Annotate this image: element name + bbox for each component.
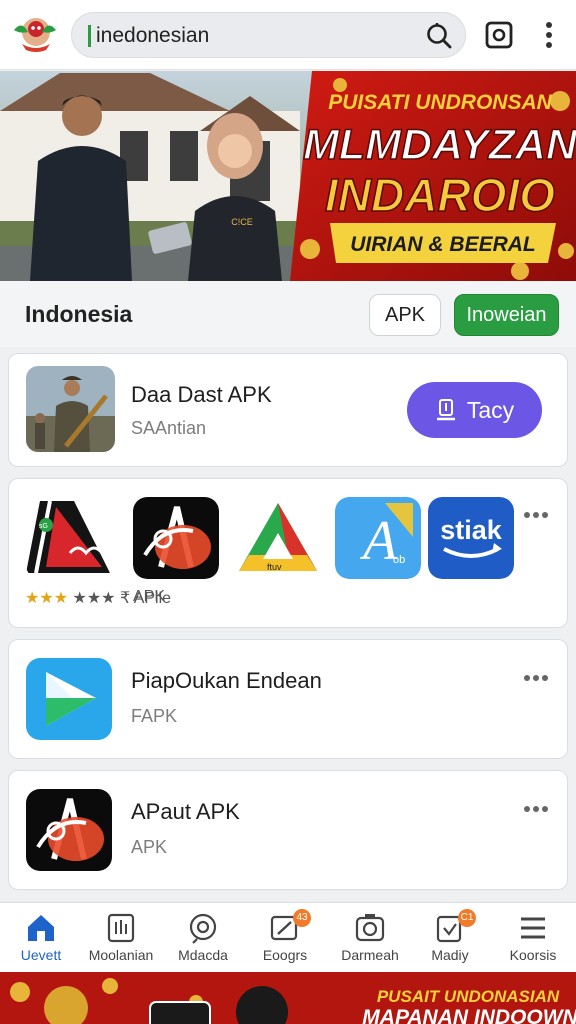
menu-icon [521, 917, 545, 939]
more-icon[interactable] [523, 674, 549, 682]
app-icon-blue-a-mark: ob [393, 554, 405, 566]
section-title: Indonesia [25, 301, 133, 327]
banner-line1: PUISATI UNDRONSAN [328, 91, 552, 114]
app-subtitle: FAPK [131, 706, 178, 726]
app-list-item[interactable]: PiapOukan Endean FAPK [8, 639, 568, 759]
app-title: APaut APK [131, 799, 240, 824]
camera-scan-icon[interactable] [482, 16, 516, 52]
bottom-ad-banner[interactable]: PUSAIT UNDONASIAN MAPANAN INDOOWN [0, 972, 576, 1024]
banner-image: PUISATI UNDRONSAN MLMDAYZAN INDAROIO UIR… [0, 71, 576, 281]
app-grid-label-2: APK [133, 588, 166, 605]
app-subtitle: APK [131, 837, 168, 857]
camera-icon [355, 914, 385, 942]
bottom-navigation: Uevett Moolanian Mdacda 43 Eoogrs Darmea… [0, 902, 576, 972]
app-grid-card: sG ★★★ ★★★ ₹ APlle APK ftuv A ob stiak [8, 478, 568, 628]
more-options-icon[interactable] [534, 16, 564, 52]
nav-tab-home-label: Uevett [20, 947, 62, 963]
app-list-item[interactable]: APaut APK APK [8, 770, 568, 890]
nav-tab-grid[interactable]: Moolanian [80, 903, 162, 973]
featured-app-title: Daa Dast APK [131, 382, 272, 407]
featured-action-button[interactable]: Tacy [407, 382, 542, 438]
filter-chip-language[interactable]: Inoweian [454, 294, 559, 336]
app-icon-black-a[interactable] [133, 497, 219, 579]
more-icon[interactable] [523, 511, 549, 519]
nav-tab-download-label: Madiy [431, 947, 469, 963]
featured-app-thumbnail [26, 366, 115, 452]
install-icon [436, 399, 455, 421]
app-icon-red-triangle-glyph: sG [39, 523, 48, 530]
nav-tab-grid-label: Moolanian [88, 947, 154, 963]
section-header: Indonesia APK Inoweian [0, 281, 576, 347]
nav-tab-menu[interactable]: Koorsis [492, 903, 574, 973]
app-icon-blue-a[interactable]: A ob [335, 497, 421, 579]
app-icon-red-triangle[interactable]: sG [26, 497, 112, 579]
nav-tab-edit-label: Eoogrs [262, 947, 308, 963]
featured-app-card[interactable]: Daa Dast APK SAAntian Tacy [8, 353, 568, 467]
nav-badge: 43 [293, 909, 311, 927]
app-icon-black-a [26, 789, 112, 871]
search-input[interactable]: inedonesian [96, 24, 209, 48]
app-icon-play-arrow [26, 658, 112, 740]
banner-line3: INDAROIO [325, 169, 555, 221]
banner-ribbon: UIRIAN & BEERAL [350, 233, 536, 256]
search-icon[interactable] [425, 22, 453, 50]
nav-tab-home[interactable]: Uevett [0, 903, 82, 973]
nav-tab-edit[interactable]: 43 Eoogrs [244, 903, 326, 973]
ad-line1: PUSAIT UNDONASIAN [377, 987, 560, 1006]
compass-icon [189, 913, 217, 944]
app-icon-stiak[interactable]: stiak [428, 497, 514, 579]
text-cursor [88, 25, 91, 47]
search-bar[interactable]: inedonesian [71, 12, 466, 58]
promo-banner[interactable]: PUISATI UNDRONSAN MLMDAYZAN INDAROIO UIR… [0, 71, 576, 281]
nav-tab-compass-label: Mdacda [178, 947, 228, 963]
featured-action-label: Tacy [466, 396, 515, 423]
home-icon [28, 915, 54, 941]
app-icon-stiak-glyph: stiak [440, 515, 503, 545]
more-icon[interactable] [523, 805, 549, 813]
nav-tab-download[interactable]: C1 Madiy [409, 903, 491, 973]
nav-tab-menu-label: Koorsis [509, 947, 557, 963]
ad-image: PUSAIT UNDONASIAN MAPANAN INDOOWN [0, 972, 576, 1024]
nav-badge: C1 [458, 909, 476, 927]
top-bar: inedonesian [0, 0, 576, 70]
ad-line2: MAPANAN INDOOWN [362, 1006, 576, 1024]
filter-chip-apk[interactable]: APK [369, 294, 441, 336]
app-title: PiapOukan Endean [131, 668, 322, 693]
nav-tab-compass[interactable]: Mdacda [162, 903, 244, 973]
featured-app-subtitle: SAAntian [131, 418, 207, 438]
nav-tab-camera-label: Darmeah [341, 947, 399, 963]
banner-line2: MLMDAYZAN [303, 121, 576, 169]
nav-tab-camera[interactable]: Darmeah [329, 903, 411, 973]
grid-icon [107, 913, 135, 943]
app-icon-triangle-drive[interactable]: ftuv [235, 497, 321, 579]
brand-logo-icon[interactable] [12, 12, 58, 54]
app-icon-triangle-drive-glyph: ftuv [267, 562, 282, 572]
banner-badge-text: C!CE [231, 217, 253, 227]
